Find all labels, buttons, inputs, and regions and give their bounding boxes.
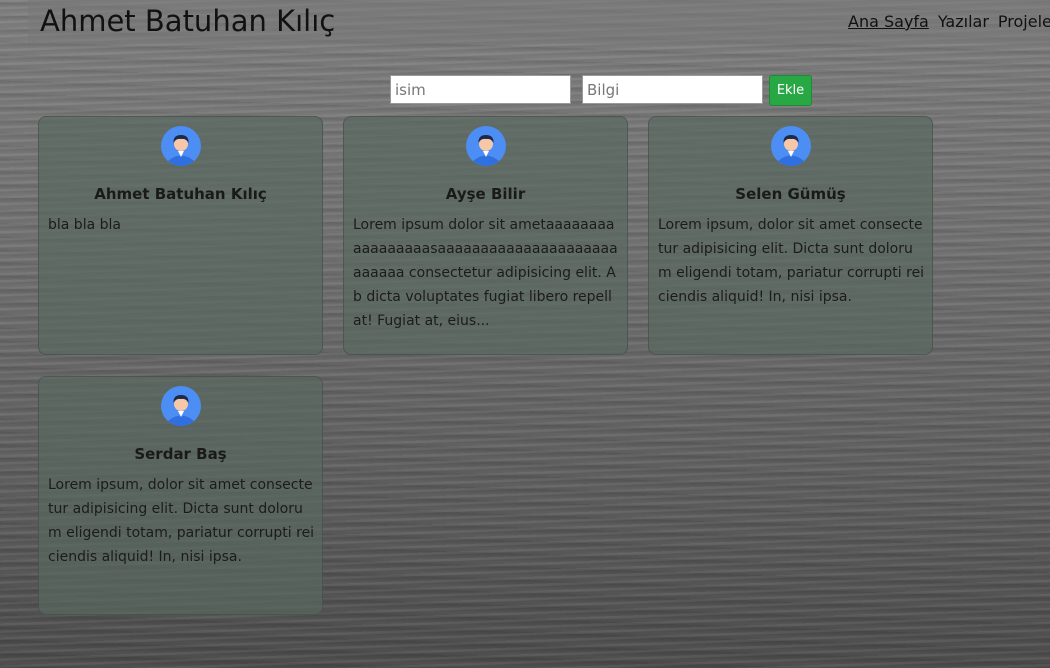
nav-link-ana-sayfa[interactable]: Ana Sayfa <box>848 12 929 31</box>
card-text: Lorem ipsum, dolor sit amet consectetur … <box>658 217 925 305</box>
add-button[interactable]: Ekle <box>769 75 812 106</box>
nav-links: Ana Sayfa Yazılar Projeler <box>848 12 1050 31</box>
user-avatar-icon <box>161 126 201 166</box>
info-input[interactable] <box>582 75 763 104</box>
user-avatar-icon <box>161 386 201 426</box>
card-title: Selen Gümüş <box>735 185 846 203</box>
name-input[interactable] <box>390 75 571 104</box>
person-card: Ayşe Bilir Lorem ipsum dolor sit ametaaa… <box>343 116 628 355</box>
nav-link-projeler[interactable]: Projeler <box>998 12 1050 31</box>
user-avatar-icon <box>771 126 811 166</box>
card-text: Lorem ipsum dolor sit ametaaaaaaaaaaaaaa… <box>353 217 618 329</box>
navbar: Ahmet Batuhan Kılıç Ana Sayfa Yazılar Proj… <box>28 0 1050 44</box>
user-avatar-icon <box>466 126 506 166</box>
card-title: Ahmet Batuhan Kılıç <box>94 185 267 203</box>
person-card: Ahmet Batuhan Kılıç bla bla bla <box>38 116 323 355</box>
nav-link-yazilar[interactable]: Yazılar <box>938 12 989 31</box>
card-text: bla bla bla <box>48 217 121 233</box>
card-title: Serdar Baş <box>134 445 227 463</box>
card-text: Lorem ipsum, dolor sit amet consectetur … <box>48 477 315 565</box>
person-card: Serdar Baş Lorem ipsum, dolor sit amet c… <box>38 376 323 615</box>
card-title: Ayşe Bilir <box>445 185 526 203</box>
person-card: Selen Gümüş Lorem ipsum, dolor sit amet … <box>648 116 933 355</box>
site-title[interactable]: Ahmet Batuhan Kılıç <box>40 4 335 38</box>
